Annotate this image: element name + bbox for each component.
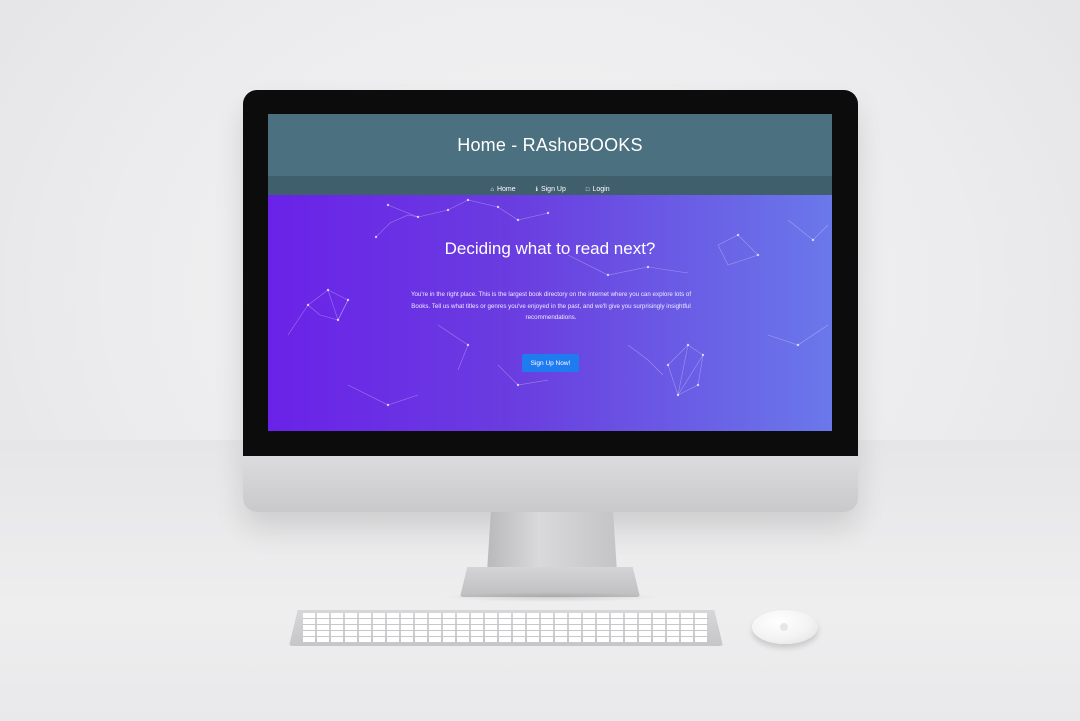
sign-up-now-button[interactable]: Sign Up Now! xyxy=(522,354,579,372)
monitor: Home - RAshoBOOKS ⌂ Home ℹ Sign Up □ Log… xyxy=(243,90,858,512)
nav-item-label: Sign Up xyxy=(540,186,566,193)
nav-item-home[interactable]: ⌂ Home xyxy=(490,186,515,193)
mouse xyxy=(752,610,818,644)
nav-item-label: Home xyxy=(496,186,516,193)
nav-item-label: Login xyxy=(592,186,610,193)
keyboard-keys xyxy=(303,613,709,643)
hero-heading: Deciding what to read next? xyxy=(444,239,656,258)
site-nav: ⌂ Home ℹ Sign Up □ Login xyxy=(268,176,832,195)
home-icon: ⌂ xyxy=(490,186,494,193)
apple-logo-icon xyxy=(780,623,788,631)
keyboard xyxy=(289,610,723,646)
nav-item-sign-up[interactable]: ℹ Sign Up xyxy=(536,186,566,193)
site-header: Home - RAshoBOOKS xyxy=(268,114,832,176)
stand-shadow xyxy=(440,592,660,602)
hero-description: You're in the right place. This is the l… xyxy=(410,291,692,321)
monitor-stand-neck xyxy=(487,512,617,572)
info-icon: ℹ xyxy=(535,187,538,193)
site-title: Home - RAshoBOOKS xyxy=(457,134,643,155)
login-icon: □ xyxy=(585,186,590,193)
monitor-chin xyxy=(243,456,858,512)
screen: Home - RAshoBOOKS ⌂ Home ℹ Sign Up □ Log… xyxy=(268,114,832,431)
hero-section: Deciding what to read next? You're in th… xyxy=(268,195,832,431)
nav-item-login[interactable]: □ Login xyxy=(586,186,610,193)
